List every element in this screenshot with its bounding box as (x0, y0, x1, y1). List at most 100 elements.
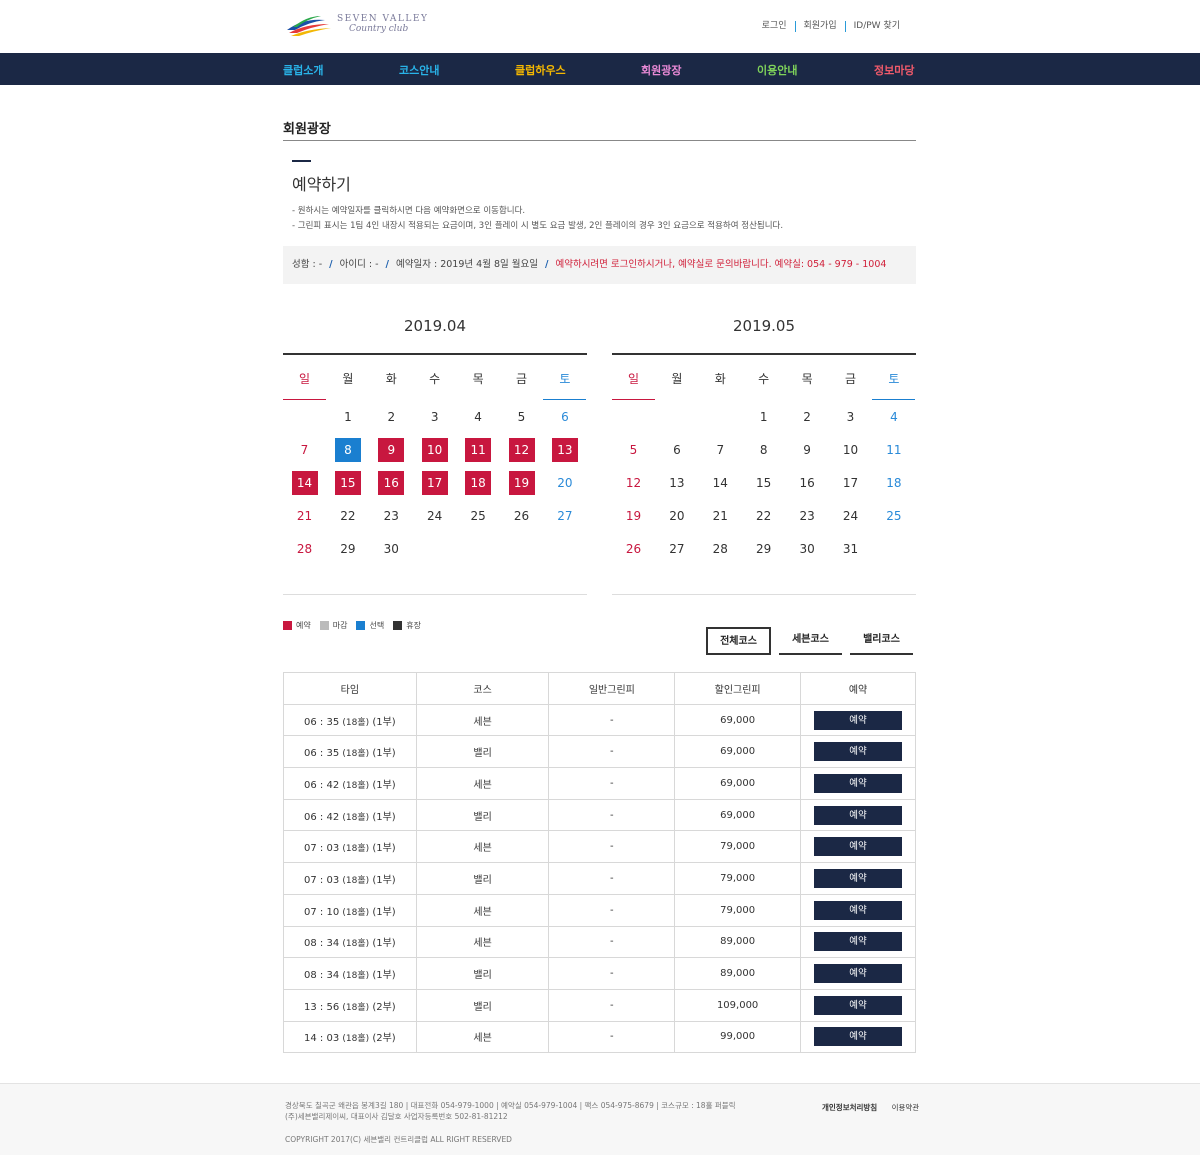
cell-reserve: 예약 (800, 735, 916, 769)
footer-company: (주)세븐밸리제이씨, 대표이사 김달호 사업자등록번호 502-81-8121… (285, 1112, 508, 1121)
calendar-day: 15 (756, 476, 772, 490)
calendar-day[interactable]: 8 (334, 438, 361, 462)
nav-club-intro[interactable]: 클럽소개 (283, 62, 323, 78)
reserve-button[interactable]: 예약 (814, 995, 903, 1015)
calendar-day[interactable]: 18 (465, 471, 492, 495)
calendar-day: 8 (759, 443, 768, 457)
title-divider (283, 140, 916, 141)
reserve-button[interactable]: 예약 (814, 805, 903, 825)
time-value: 06 : 42 (304, 811, 340, 823)
nav-clubhouse[interactable]: 클럽하우스 (515, 62, 566, 78)
holes-value: (18홀) (342, 971, 370, 982)
legend-reservable: 예약 (283, 620, 311, 631)
calendar-day: 14 (712, 476, 728, 490)
calendar-day[interactable]: 10 (421, 438, 448, 462)
login-link[interactable]: 로그인 (754, 21, 795, 32)
note-line-2: - 그린피 표시는 1팀 4인 내장시 적용되는 요금이며, 3인 플레이 시 … (292, 221, 784, 231)
calendar-day[interactable]: 13 (551, 438, 578, 462)
weekday-underline (612, 399, 655, 400)
nav-info[interactable]: 정보마당 (874, 62, 914, 78)
logo-swoosh-icon (287, 16, 331, 36)
weekday-header: 토 (888, 372, 900, 386)
calendar-day[interactable]: 19 (508, 471, 535, 495)
calendar-day: 10 (842, 443, 859, 457)
calendar-day[interactable]: 17 (421, 471, 448, 495)
cell-discount-fee: 79,000 (674, 862, 802, 895)
calendar-day: 31 (842, 542, 859, 556)
calendar-day: 28 (296, 542, 313, 556)
time-value: 07 : 03 (304, 874, 340, 886)
cell-time: 07 : 03 (18홀) (1부) (283, 862, 417, 895)
note-line-1: - 원하시는 예약일자를 클릭하시면 다음 예약화면으로 이동합니다. (292, 206, 526, 216)
legend-holiday: 휴장 (393, 620, 421, 631)
calendar-day: 23 (799, 509, 815, 523)
tab-valley-course[interactable]: 밸리코스 (850, 627, 913, 655)
nav-member-plaza[interactable]: 회원광장 (641, 62, 681, 78)
calendar-day[interactable]: 11 (465, 438, 492, 462)
reserve-button[interactable]: 예약 (814, 932, 903, 952)
reserve-button[interactable]: 예약 (814, 710, 903, 730)
calendar-day[interactable]: 16 (378, 471, 405, 495)
cell-normal-fee: - (548, 735, 676, 769)
tab-all-courses[interactable]: 전체코스 (706, 627, 771, 655)
calendar-day: 25 (470, 509, 486, 523)
part-value: (1부) (372, 843, 396, 855)
legend-swatch (356, 621, 366, 630)
cell-reserve: 예약 (800, 957, 916, 990)
logo-text: SEVEN VALLEY (337, 14, 429, 24)
reserve-button[interactable]: 예약 (814, 868, 903, 888)
part-value: (1부) (372, 748, 396, 760)
reserve-button[interactable]: 예약 (814, 900, 903, 920)
course-tabs: 전체코스 세븐코스 밸리코스 (706, 627, 913, 655)
legend-label: 마감 (332, 621, 348, 630)
privacy-policy-link[interactable]: 개인정보처리방침 (822, 1103, 877, 1112)
nav-course-guide[interactable]: 코스안내 (399, 62, 439, 78)
join-link[interactable]: 회원가입 (794, 21, 845, 32)
time-value: 13 : 56 (304, 1001, 340, 1013)
calendar-day: 27 (669, 542, 685, 556)
holes-value: (18홀) (342, 875, 370, 886)
cell-normal-fee: - (548, 767, 676, 800)
cell-time: 08 : 34 (18홀) (1부) (283, 957, 417, 990)
cell-discount-fee: 69,000 (674, 798, 802, 832)
time-value: 08 : 34 (304, 970, 340, 982)
header-discount-fee: 할인그린피 (674, 672, 802, 705)
reserve-button[interactable]: 예약 (814, 964, 903, 984)
tab-seven-course[interactable]: 세븐코스 (779, 627, 842, 655)
cell-discount-fee: 99,000 (674, 1020, 802, 1054)
tee-time-table: 타임 코스 일반그린피 할인그린피 예약 06 : 35 (18홀) (1부) 세… (283, 672, 916, 1054)
calendar-day: 22 (756, 509, 772, 523)
cell-discount-fee: 109,000 (674, 988, 802, 1022)
cell-course: 세븐 (415, 925, 550, 959)
cell-course: 밸리 (415, 988, 550, 1022)
part-value: (1부) (372, 938, 396, 950)
reserve-button[interactable]: 예약 (814, 773, 903, 793)
reserve-button[interactable]: 예약 (814, 837, 903, 857)
cell-reserve: 예약 (800, 988, 916, 1022)
find-id-pw-link[interactable]: ID/PW 찾기 (844, 21, 908, 32)
calendar-day: 25 (886, 509, 902, 523)
cell-course: 세븐 (415, 703, 550, 737)
calendar-day[interactable]: 12 (508, 438, 535, 462)
calendar-day[interactable]: 15 (334, 471, 361, 495)
calendar-day[interactable]: 9 (378, 438, 405, 462)
weekday-header: 수 (429, 372, 441, 386)
cell-course: 세븐 (415, 893, 550, 927)
nav-usage-guide[interactable]: 이용안내 (757, 62, 797, 78)
weekday-underline (283, 399, 326, 400)
info-separator: / (385, 259, 390, 270)
calendar-day: 29 (340, 542, 356, 556)
calendar-day[interactable]: 14 (291, 471, 318, 495)
table-row: 13 : 56 (18홀) (2부) 밸리 -109,000 예약 (283, 988, 916, 1022)
reserve-button[interactable]: 예약 (814, 742, 903, 762)
reserve-button[interactable]: 예약 (814, 1027, 903, 1047)
calendar-day: 3 (846, 410, 855, 424)
cell-time: 14 : 03 (18홀) (2부) (283, 1020, 417, 1054)
calendar-day: 5 (517, 410, 526, 424)
logo-subtext: Country club (349, 24, 409, 34)
calendar-day: 29 (756, 542, 772, 556)
header-time: 타임 (283, 672, 417, 705)
logo[interactable]: SEVEN VALLEY Country club (285, 12, 427, 42)
cell-time: 06 : 42 (18홀) (1부) (283, 767, 417, 800)
terms-link[interactable]: 이용약관 (892, 1103, 920, 1112)
